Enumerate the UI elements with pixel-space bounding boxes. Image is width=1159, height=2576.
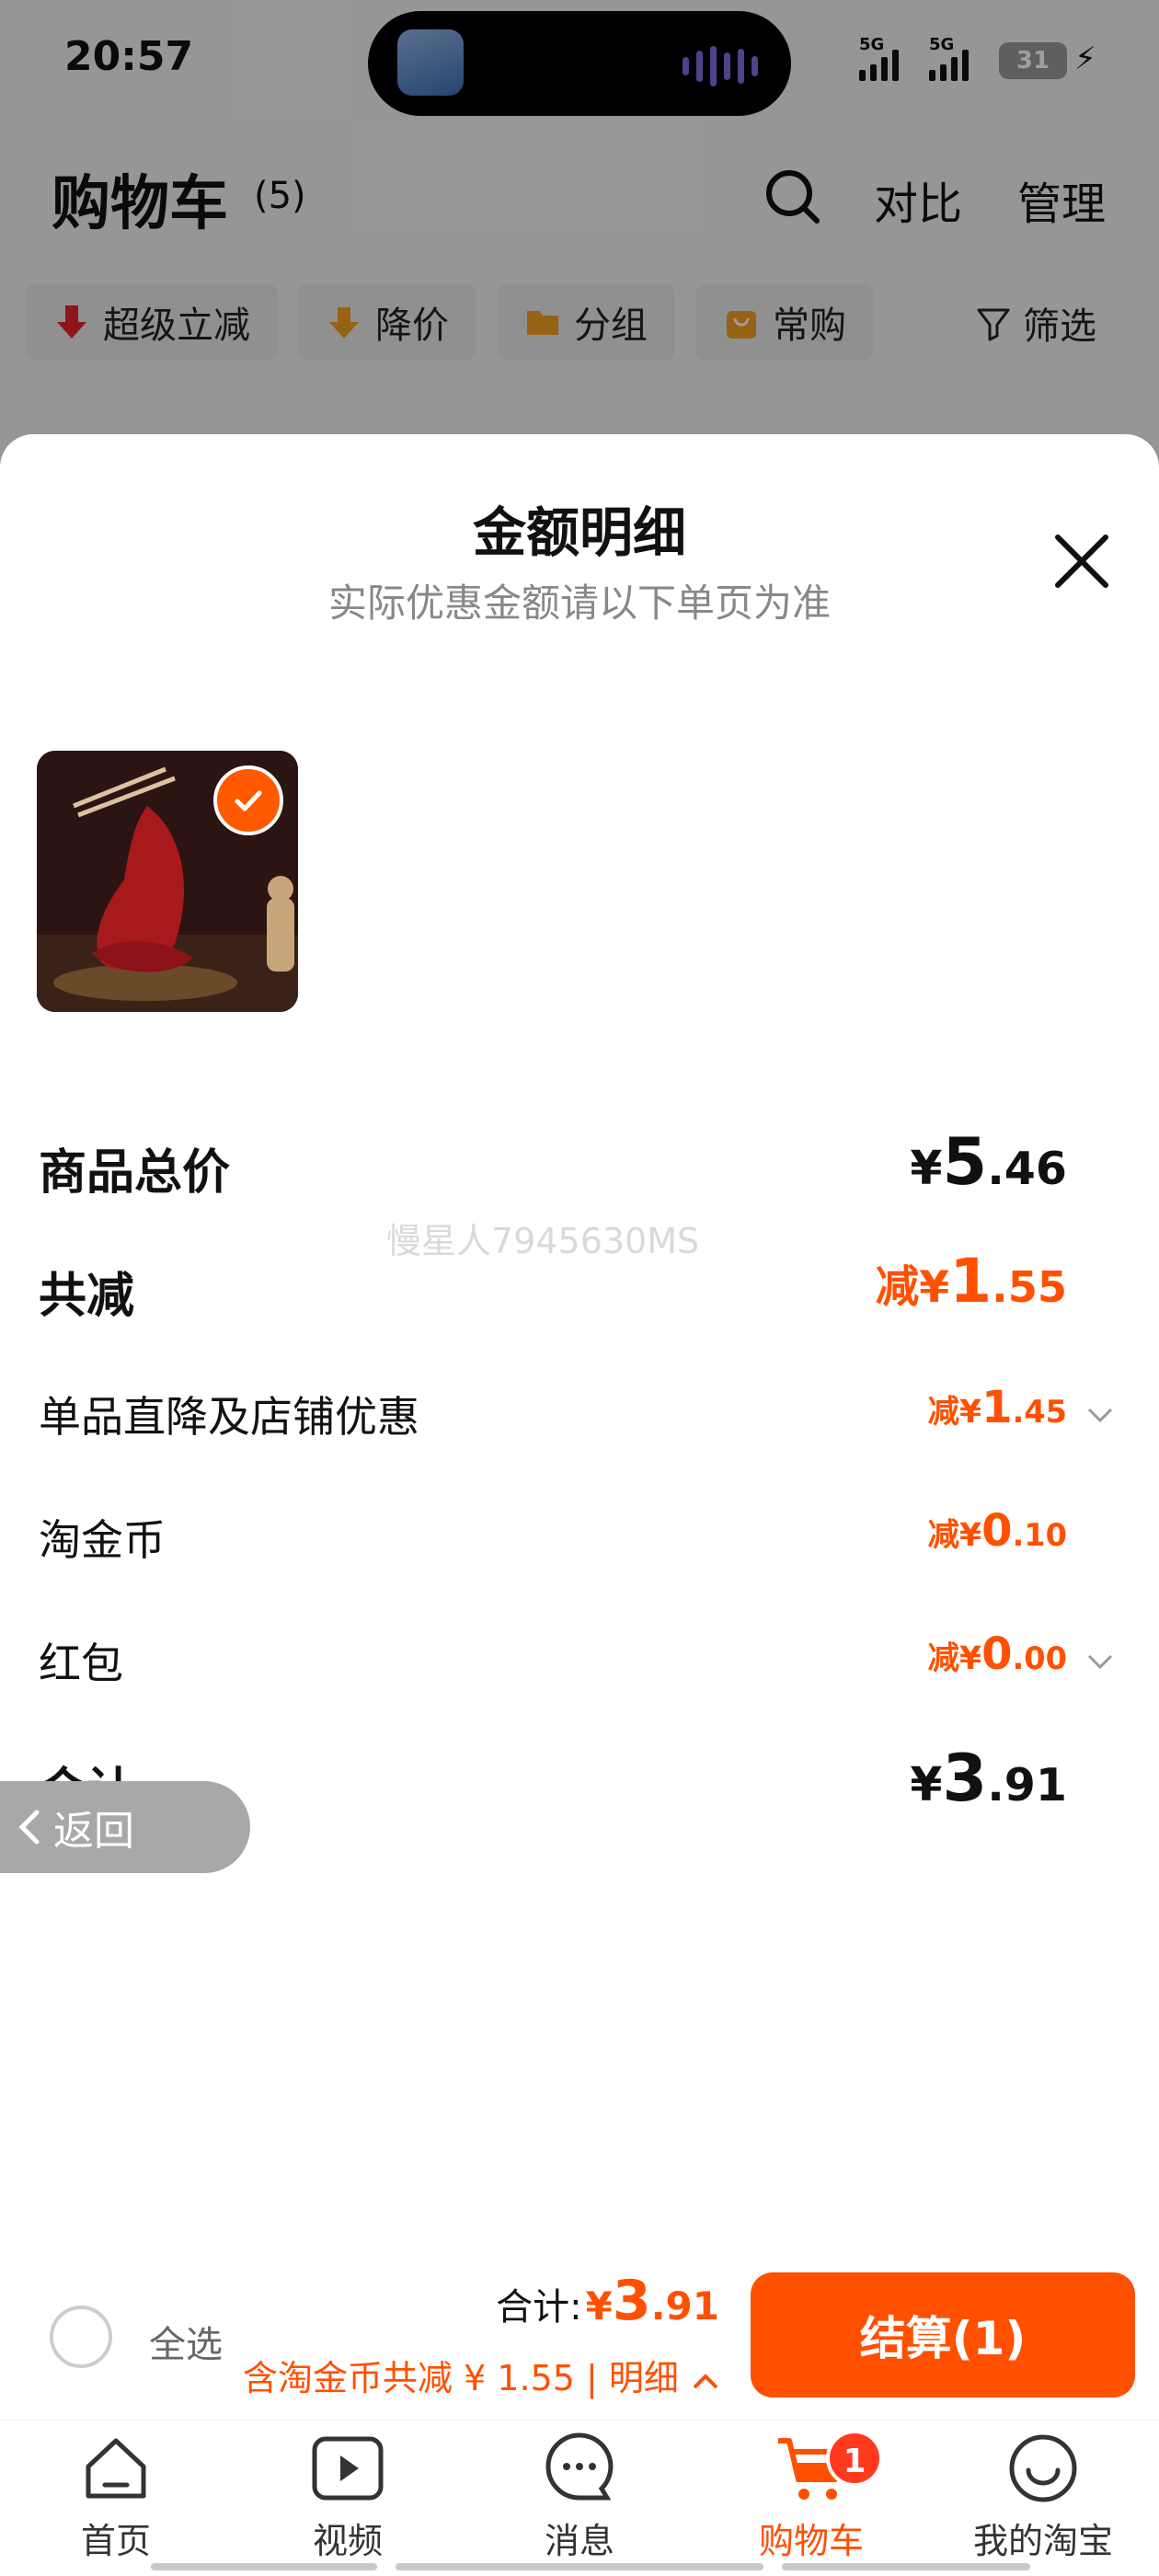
saving-detail-link[interactable]: 含淘金币共减 ¥ 1.55 | 明细 bbox=[243, 2350, 721, 2400]
shop-discount-label: 单品直降及店铺优惠 bbox=[39, 1392, 419, 1442]
home-indicator bbox=[782, 2563, 1030, 2570]
tao-coin-label: 淘金币 bbox=[39, 1515, 166, 1565]
chevron-up-icon bbox=[693, 2373, 718, 2388]
profile-icon bbox=[1009, 2434, 1077, 2502]
watermark: 慢星人7945630MS bbox=[386, 1221, 700, 1261]
chevron-down-icon[interactable] bbox=[1082, 1397, 1119, 1433]
tab-cart[interactable]: 1 购物车 bbox=[729, 2430, 894, 2563]
total-price-label: 商品总价 bbox=[39, 1145, 231, 1201]
chevron-down-icon[interactable] bbox=[1082, 1643, 1119, 1680]
tab-message[interactable]: 消息 bbox=[497, 2430, 662, 2563]
home-indicator bbox=[151, 2563, 377, 2570]
checkout-total: 合计: ¥3.91 bbox=[496, 2269, 719, 2333]
tao-coin-value: 减¥0.10 bbox=[927, 1505, 1067, 1557]
home-indicator bbox=[396, 2563, 763, 2570]
cart-badge: 1 bbox=[826, 2430, 883, 2487]
sum-value: ¥3.91 bbox=[910, 1741, 1067, 1816]
back-button[interactable]: 返回 bbox=[0, 1781, 250, 1873]
shop-discount-value[interactable]: 减¥1.45 bbox=[928, 1382, 1067, 1433]
select-all-checkbox[interactable] bbox=[50, 2306, 112, 2368]
home-icon bbox=[86, 2438, 146, 2499]
select-all-label[interactable]: 全选 bbox=[149, 2315, 223, 2368]
red-packet-label: 红包 bbox=[39, 1639, 123, 1688]
sheet-subtitle: 实际优惠金额请以下单页为准 bbox=[327, 581, 831, 626]
total-price-value: ¥5.46 bbox=[910, 1124, 1067, 1200]
video-icon bbox=[312, 2436, 384, 2501]
total-reduction-label: 共减 bbox=[39, 1269, 135, 1324]
close-icon[interactable] bbox=[1047, 526, 1117, 596]
total-reduction-value: 减¥1.55 bbox=[875, 1246, 1067, 1317]
checkout-button[interactable]: 结算(1) bbox=[751, 2272, 1135, 2398]
chevron-left-icon bbox=[18, 1810, 40, 1845]
sheet-title: 金额明细 bbox=[472, 501, 686, 564]
red-packet-value[interactable]: 减¥0.00 bbox=[928, 1628, 1067, 1680]
tab-bar: 首页 视频 消息 1 购物车 我的淘宝 bbox=[0, 2420, 1159, 2576]
message-icon bbox=[545, 2432, 614, 2501]
tab-home[interactable]: 首页 bbox=[33, 2430, 199, 2563]
tab-video[interactable]: 视频 bbox=[265, 2430, 430, 2563]
checkout-bar: 全选 合计: ¥3.91 含淘金币共减 ¥ 1.55 | 明细 结算(1) bbox=[0, 2254, 1159, 2420]
tab-profile[interactable]: 我的淘宝 bbox=[960, 2430, 1126, 2563]
selected-check-icon[interactable] bbox=[213, 765, 283, 835]
